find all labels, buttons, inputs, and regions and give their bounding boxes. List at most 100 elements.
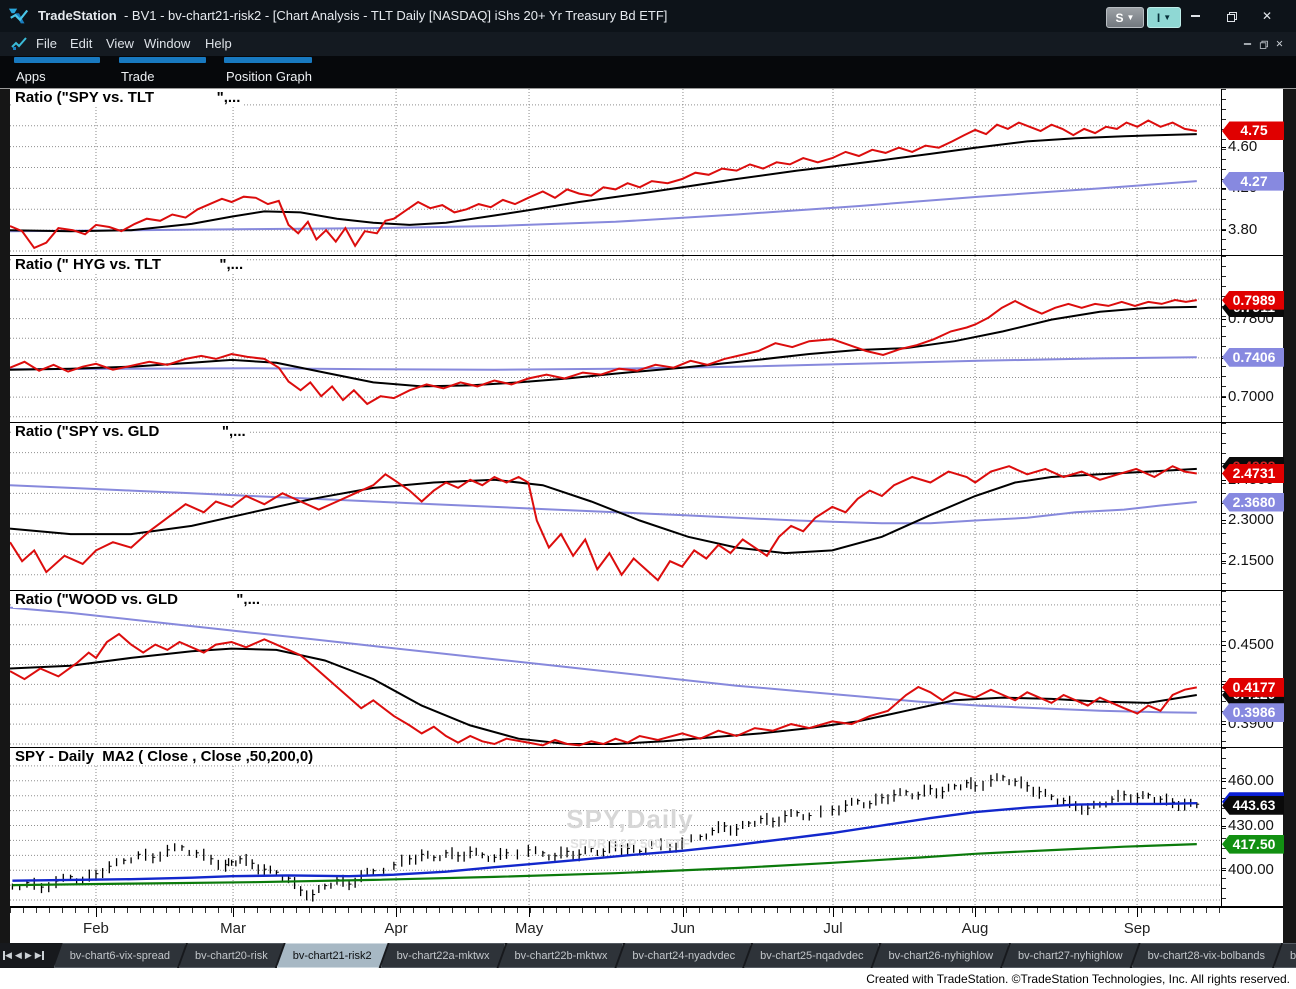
chevron-down-icon: ▼ (1163, 14, 1171, 22)
price-tick-mark (1221, 561, 1226, 562)
price-tick-mark (1221, 319, 1226, 320)
workspace-tab-bv-chart22a-mktwx[interactable]: bv-chart22a-mktwx (381, 943, 506, 968)
month-label-sep: Sep (1124, 920, 1151, 937)
workspace-tabs: bv-chart6-vix-spreadbv-chart20-riskbv-ch… (54, 943, 1296, 968)
price-badge-4.27: 4.27 (1222, 172, 1284, 191)
panel-title: Ratio ("SPY vs. TLT ",... (13, 89, 242, 106)
window-title: TradeStation - BV1 - bv-chart21-risk2 - … (38, 8, 667, 23)
panel-title: Ratio (" HYG vs. TLT ",... (13, 256, 245, 273)
price-tick-mark (1221, 480, 1226, 481)
tab-scroll-first-button[interactable]: ◀ (3, 946, 12, 965)
menu-window[interactable]: Window (144, 36, 190, 51)
child-close-button[interactable]: ✕ (1274, 38, 1286, 49)
workspace-tab-bar: ◀ ◀ ▶ ▶ bv-chart6-vix-spreadbv-chart20-r… (0, 943, 1296, 968)
chart-analysis-workspace: Ratio ("SPY vs. TLT ",... 4.604.203.804.… (0, 88, 1296, 943)
ribbon-tab-strip: Apps Trade Position Graph (0, 56, 1296, 88)
panel-title: Ratio ("SPY vs. GLD ",... (13, 423, 248, 440)
restore-icon (1227, 12, 1236, 21)
window-title-rest: - BV1 - bv-chart21-risk2 - [Chart Analys… (124, 8, 667, 23)
panel-spy-daily[interactable]: SPY - Daily MA2 ( Close , Close ,50,200,… (10, 748, 1283, 907)
month-tick (233, 908, 234, 917)
price-badge-443.63: 443.63 (1222, 796, 1284, 815)
price-badge-417.50: 417.50 (1222, 835, 1284, 854)
panel-ratio-hyg-tlt[interactable]: Ratio (" HYG vs. TLT ",... 0.78000.74000… (10, 256, 1283, 423)
time-axis[interactable]: Feb Mar Apr May Jun Jul Aug Sep (10, 907, 1283, 944)
workspace-tab-bv-chart20-risk[interactable]: bv-chart20-risk (179, 943, 284, 968)
panel-ratio-spy-gld[interactable]: Ratio ("SPY vs. GLD ",... 2.45002.30002.… (10, 423, 1283, 591)
title-bar: TradeStation - BV1 - bv-chart21-risk2 - … (0, 0, 1296, 32)
ribbon-tab-trade[interactable]: Trade (121, 69, 154, 84)
ribbon-tab-apps[interactable]: Apps (16, 69, 46, 84)
month-label-may: May (515, 920, 543, 937)
style-dropdown-button[interactable]: S▼ (1106, 7, 1144, 28)
ratio-spy-gld-plot[interactable] (10, 423, 1221, 590)
spy-daily-series-ma-200 (12, 844, 1196, 885)
ratio-spy-gld-series-ratio (10, 466, 1197, 580)
workspace-tab-bv-chart28-vix-bolbands[interactable]: bv-chart28-vix-bolbands (1132, 943, 1281, 968)
right-margin-strip (1283, 89, 1296, 944)
interval-dropdown-button[interactable]: I▼ (1147, 7, 1181, 28)
status-bar: Created with TradeStation. ©TradeStation… (0, 968, 1296, 989)
restore-button[interactable] (1218, 6, 1244, 26)
price-badge-2.4731: 2.4731 (1222, 464, 1284, 483)
panel-title: SPY - Daily MA2 ( Close , Close ,50,200,… (13, 748, 315, 765)
month-tick (529, 908, 530, 917)
spy-daily-series-ma-50 (12, 803, 1196, 881)
price-axis-minor-ticks (1222, 748, 1226, 906)
tradestation-window: { "titlebar":{ "app_name":"TradeStation"… (0, 0, 1296, 989)
month-label-feb: Feb (83, 920, 109, 937)
menu-file[interactable]: File (36, 36, 57, 51)
ribbon-tab-position-graph[interactable]: Position Graph (226, 69, 312, 84)
tab-scroll-last-button[interactable]: ▶ (35, 946, 44, 965)
spy-daily-plot[interactable] (10, 748, 1221, 906)
price-badge-0.3986: 0.3986 (1222, 703, 1284, 722)
tab-scroll-prev-button[interactable]: ◀ (15, 946, 22, 965)
price-tick-mark (1221, 724, 1226, 725)
app-name: TradeStation (38, 8, 117, 23)
month-label-mar: Mar (220, 920, 246, 937)
month-tick (975, 908, 976, 917)
minimize-button[interactable] (1182, 6, 1208, 26)
tab-scroll-next-button[interactable]: ▶ (25, 946, 32, 965)
workspace-tab-bv-chart22b-mktwx[interactable]: bv-chart22b-mktwx (498, 943, 623, 968)
price-badge-4.75: 4.75 (1222, 121, 1284, 140)
workspace-tab-bv-chart6-vix-spread[interactable]: bv-chart6-vix-spread (54, 943, 186, 968)
price-tick-mark (1221, 147, 1226, 148)
month-label-aug: Aug (962, 920, 989, 937)
price-badge-2.3680: 2.3680 (1222, 493, 1284, 512)
ratio-hyg-tlt-plot[interactable] (10, 256, 1221, 422)
month-tick (396, 908, 397, 917)
ratio-spy-tlt-plot[interactable] (10, 89, 1221, 255)
price-badge-0.7406: 0.7406 (1222, 348, 1284, 367)
price-tick-mark (1221, 230, 1226, 231)
ratio-wood-gld-series-fast-ma (10, 649, 1197, 744)
menu-help[interactable]: Help (205, 36, 232, 51)
child-restore-button[interactable] (1258, 38, 1270, 49)
price-tick-label: 3.80 (1228, 221, 1257, 238)
close-icon: ✕ (1262, 10, 1272, 22)
panel-ratio-wood-gld[interactable]: Ratio ("WOOD vs. GLD ",... 0.45000.42000… (10, 591, 1283, 748)
menu-view[interactable]: View (106, 36, 134, 51)
child-minimize-button[interactable] (1242, 38, 1254, 49)
tradestation-logo-icon (8, 5, 30, 27)
close-button[interactable]: ✕ (1254, 6, 1280, 26)
panel-ratio-spy-tlt[interactable]: Ratio ("SPY vs. TLT ",... 4.604.203.804.… (10, 89, 1283, 256)
price-tick-mark (1221, 188, 1226, 189)
price-tick-label: 2.1500 (1228, 552, 1274, 569)
month-label-jul: Jul (823, 920, 842, 937)
month-label-jun: Jun (671, 920, 695, 937)
restore-icon (1260, 40, 1267, 47)
workspace-tab-bv-chart21-risk2[interactable]: bv-chart21-risk2 (277, 943, 388, 968)
ratio-wood-gld-plot[interactable] (10, 591, 1221, 747)
workspace-tab-bv-chart24-nyadvdec[interactable]: bv-chart24-nyadvdec (616, 943, 751, 968)
minimize-icon (1191, 15, 1200, 17)
month-tick (96, 908, 97, 917)
price-tick-mark (1221, 520, 1226, 521)
workspace-tab-bv-chart27-nyhighlow[interactable]: bv-chart27-nyhighlow (1002, 943, 1139, 968)
workspace-tab-bv-chart26-nyhighlow[interactable]: bv-chart26-nyhighlow (872, 943, 1009, 968)
menu-edit[interactable]: Edit (70, 36, 92, 51)
month-label-apr: Apr (384, 920, 407, 937)
price-tick-mark (1221, 870, 1226, 871)
workspace-tab-bv-chart25-nqadvdec[interactable]: bv-chart25-nqadvdec (744, 943, 879, 968)
price-badge-0.4177: 0.4177 (1222, 678, 1284, 697)
